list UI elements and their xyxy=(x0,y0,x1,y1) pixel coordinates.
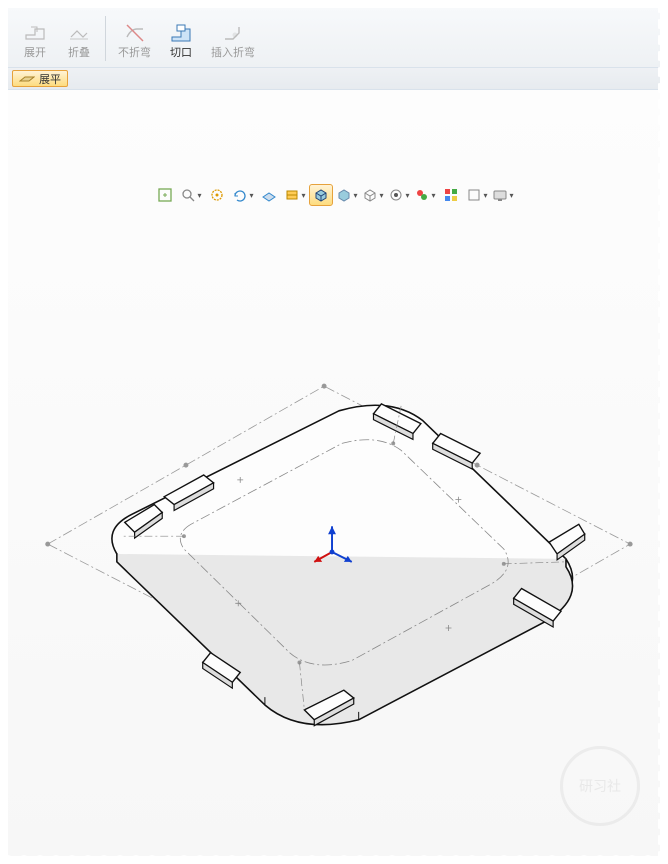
viewport-3d[interactable]: ▾ ▾ ▾ ▾ ▾ ▾ ▾ ▾ ▾ xyxy=(8,90,660,856)
secondary-ribbon: 展平 xyxy=(8,68,660,90)
ribbon-toolbar: 展开 折叠 不折弯 切口 插入折弯 xyxy=(8,8,660,68)
expand-label: 展开 xyxy=(24,47,46,59)
expand-icon xyxy=(21,19,49,47)
collapse-button: 折叠 xyxy=(58,12,100,65)
cut-button[interactable]: 切口 xyxy=(160,12,202,65)
cut-label: 切口 xyxy=(170,47,192,59)
insert-bend-label: 插入折弯 xyxy=(211,47,255,59)
no-bend-label: 不折弯 xyxy=(118,47,151,59)
no-bend-icon xyxy=(121,19,149,47)
insert-bend-icon xyxy=(219,19,247,47)
cut-icon xyxy=(167,19,195,47)
flatten-icon xyxy=(19,73,35,85)
model-view xyxy=(8,90,660,856)
flatten-button[interactable]: 展平 xyxy=(12,70,68,87)
no-bend-button: 不折弯 xyxy=(111,12,158,65)
expand-button: 展开 xyxy=(14,12,56,65)
collapse-label: 折叠 xyxy=(68,47,90,59)
insert-bend-button: 插入折弯 xyxy=(204,12,262,65)
ribbon-separator xyxy=(105,16,106,61)
collapse-icon xyxy=(65,19,93,47)
flatten-label: 展平 xyxy=(39,71,61,87)
